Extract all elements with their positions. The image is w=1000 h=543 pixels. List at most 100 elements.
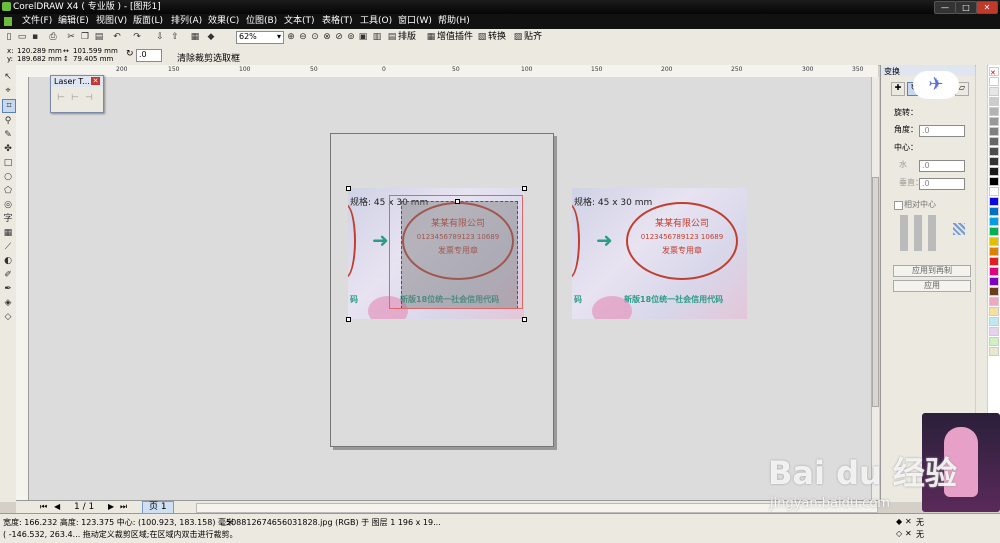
swatch[interactable]	[989, 217, 999, 226]
table-tool-icon[interactable]: ▦	[2, 227, 14, 239]
zoom-in-icon[interactable]: ⊕	[286, 32, 296, 42]
paste-icon[interactable]: ▤	[94, 32, 104, 42]
eyedropper-tool-icon[interactable]: ✐	[2, 269, 14, 281]
laser-tool-window[interactable]: Laser T... ✕ ⊢ ⊢ ⊣	[50, 75, 104, 113]
swatch[interactable]	[989, 167, 999, 176]
swatch[interactable]	[989, 77, 999, 86]
selection-handle[interactable]	[522, 186, 527, 191]
launcher-icon[interactable]: ▦	[190, 32, 200, 42]
x-field[interactable]: 120.289 mm	[17, 47, 62, 55]
layout-icon[interactable]: ▥	[372, 32, 382, 42]
menu-bitmaps[interactable]: 位图(B)	[246, 16, 277, 27]
plugin-icon[interactable]: ▦	[426, 32, 436, 42]
full-screen-icon[interactable]: ▣	[358, 32, 368, 42]
menu-text[interactable]: 文本(T)	[284, 16, 315, 27]
swatch-none[interactable]: ✕	[989, 67, 999, 77]
clear-crop-button[interactable]: 清除裁剪选取框	[177, 51, 240, 64]
swatch[interactable]	[989, 247, 999, 256]
swatch[interactable]	[989, 187, 999, 196]
cut-icon[interactable]: ✂	[66, 32, 76, 42]
crop-tool-icon[interactable]: ⌗	[2, 99, 16, 113]
center-h-field[interactable]: .0	[919, 160, 965, 172]
swatch[interactable]	[989, 307, 999, 316]
dimension-tool-icon[interactable]: ⟋	[2, 241, 14, 253]
swatch[interactable]	[989, 207, 999, 216]
swatch[interactable]	[989, 327, 999, 336]
shape-tool-icon[interactable]: ⌖	[2, 85, 14, 97]
laser-tool-icon-3[interactable]: ⊣	[85, 93, 93, 103]
menu-tools[interactable]: 工具(O)	[360, 16, 392, 27]
ellipse-tool-icon[interactable]: ○	[2, 171, 14, 183]
page-last-icon[interactable]: ⏭	[120, 502, 127, 512]
zoom-page-icon[interactable]: ⊗	[322, 32, 332, 42]
swatch[interactable]	[989, 257, 999, 266]
swatch[interactable]	[989, 87, 999, 96]
menu-help[interactable]: 帮助(H)	[438, 16, 470, 27]
rectangle-tool-icon[interactable]: □	[2, 157, 14, 169]
typeset-icon[interactable]: ▤	[387, 32, 397, 42]
swatch[interactable]	[989, 237, 999, 246]
fill-tool-icon[interactable]: ◈	[2, 297, 14, 309]
interactive-tool-icon[interactable]: ◐	[2, 255, 14, 267]
text-tool-icon[interactable]: 字	[2, 213, 14, 225]
scroll-thumb[interactable]	[872, 177, 879, 407]
swatch[interactable]	[989, 127, 999, 136]
maximize-button[interactable]: □	[955, 1, 977, 14]
menu-edit[interactable]: 编辑(E)	[58, 16, 89, 27]
basic-shapes-icon[interactable]: ◎	[2, 199, 14, 211]
zoom-tool-icon[interactable]: ⚲	[2, 115, 14, 127]
swatch[interactable]	[989, 347, 999, 356]
zoom-fit-icon[interactable]: ⊙	[310, 32, 320, 42]
zoom-height-icon[interactable]: ⊚	[346, 32, 356, 42]
swatch[interactable]	[989, 297, 999, 306]
relative-center-checkbox[interactable]	[894, 201, 903, 210]
ruler-left[interactable]	[16, 77, 29, 500]
laser-window-titlebar[interactable]: Laser T... ✕	[51, 76, 103, 87]
selection-handle[interactable]	[522, 317, 527, 322]
page-next-icon[interactable]: ▶	[108, 502, 114, 511]
apply-button[interactable]: 应用	[893, 280, 971, 292]
swatch[interactable]	[989, 117, 999, 126]
snap-button[interactable]: 贴齐	[524, 32, 542, 42]
welcome-icon[interactable]: ◆	[206, 32, 216, 42]
selection-handle[interactable]	[346, 186, 351, 191]
new-icon[interactable]: ▯	[4, 32, 14, 42]
swatch[interactable]	[989, 107, 999, 116]
polygon-tool-icon[interactable]: ⬠	[2, 185, 14, 197]
snap-icon[interactable]: ▨	[513, 32, 523, 42]
swatch[interactable]	[989, 137, 999, 146]
outline-tool-icon[interactable]: ✒	[2, 283, 14, 295]
zoom-out-icon[interactable]: ⊖	[298, 32, 308, 42]
y-field[interactable]: 189.682 mm	[17, 55, 62, 63]
angle-field[interactable]: .0	[136, 49, 162, 62]
menu-window[interactable]: 窗口(W)	[398, 16, 432, 27]
position-tab-icon[interactable]: ✚	[891, 82, 905, 96]
menu-file[interactable]: 文件(F)	[22, 16, 52, 27]
selection-handle[interactable]	[346, 317, 351, 322]
print-icon[interactable]: ⎙	[48, 32, 58, 42]
center-v-field[interactable]: .0	[919, 178, 965, 190]
menu-view[interactable]: 视图(V)	[96, 16, 127, 27]
pick-tool-icon[interactable]: ↖	[2, 71, 14, 83]
laser-tool-icon-2[interactable]: ⊢	[71, 93, 79, 103]
undo-icon[interactable]: ↶	[112, 32, 122, 42]
swatch[interactable]	[989, 147, 999, 156]
menu-effects[interactable]: 效果(C)	[208, 16, 239, 27]
anchor-grid[interactable]	[898, 215, 938, 251]
convert-icon[interactable]: ▧	[477, 32, 487, 42]
swatch[interactable]	[989, 267, 999, 276]
minimize-button[interactable]: —	[934, 1, 956, 14]
close-button[interactable]: ✕	[976, 1, 998, 14]
swatch[interactable]	[989, 177, 999, 186]
swatch[interactable]	[989, 157, 999, 166]
freehand-tool-icon[interactable]: ✎	[2, 129, 14, 141]
swatch[interactable]	[989, 337, 999, 346]
close-icon[interactable]: ✕	[91, 77, 100, 85]
swatch[interactable]	[989, 317, 999, 326]
selection-handle[interactable]	[455, 199, 460, 204]
width-field[interactable]: 101.599 mm	[73, 47, 118, 55]
height-field[interactable]: 79.405 mm	[73, 55, 113, 63]
swatch[interactable]	[989, 277, 999, 286]
typeset-button[interactable]: 排版	[398, 32, 416, 42]
export-icon[interactable]: ⇧	[170, 32, 180, 42]
